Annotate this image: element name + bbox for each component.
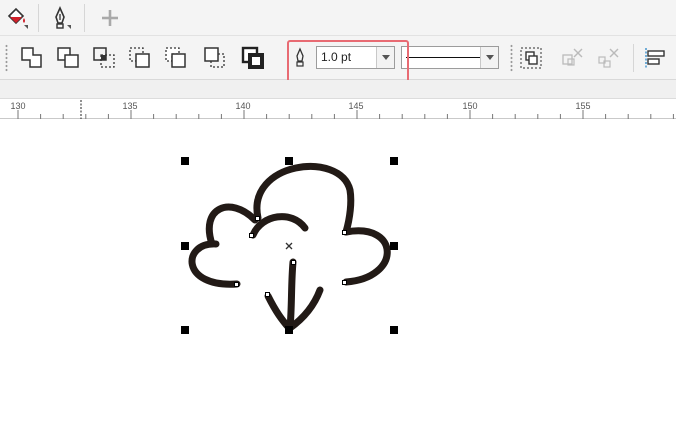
node-point[interactable] xyxy=(265,292,270,297)
selection-handle[interactable] xyxy=(285,326,293,334)
chevron-down-icon[interactable] xyxy=(480,47,498,68)
solid-line-preview xyxy=(406,57,480,58)
back-minus-front-icon xyxy=(204,47,225,68)
ruler-label: 135 xyxy=(122,101,138,111)
toolbar-grip[interactable] xyxy=(5,44,8,72)
drawing-canvas[interactable] xyxy=(0,120,676,447)
ruler-label: 150 xyxy=(462,101,478,111)
node-point[interactable] xyxy=(291,260,296,265)
selection-handle[interactable] xyxy=(390,157,398,165)
selection-handle[interactable] xyxy=(285,157,293,165)
horizontal-ruler[interactable]: 130 135 140 145 150 155 xyxy=(0,98,676,119)
selection-handle[interactable] xyxy=(181,157,189,165)
plus-icon[interactable] xyxy=(93,2,127,34)
simplify-button[interactable] xyxy=(125,43,155,73)
weld-button[interactable] xyxy=(17,43,47,73)
cloud-download-drawing[interactable] xyxy=(0,120,676,447)
node-point[interactable] xyxy=(342,230,347,235)
weld-icon xyxy=(21,47,42,68)
trim-button[interactable] xyxy=(53,43,83,73)
ruler-label: 145 xyxy=(348,101,364,111)
align-distribute-button[interactable] xyxy=(640,43,670,73)
ungroup-icon xyxy=(598,48,619,68)
selection-handle[interactable] xyxy=(181,242,189,250)
ruler-label: 130 xyxy=(10,101,26,111)
node-point[interactable] xyxy=(249,233,254,238)
front-minus-back-button[interactable] xyxy=(161,43,191,73)
ruler-label: 140 xyxy=(235,101,251,111)
toolbar-gap xyxy=(0,80,676,98)
break-apart-button[interactable] xyxy=(557,43,587,73)
selection-handle[interactable] xyxy=(390,242,398,250)
boundary-icon xyxy=(241,46,264,69)
simplify-icon xyxy=(129,47,150,68)
fountain-pen-icon[interactable] xyxy=(43,2,77,34)
toolbar-separator xyxy=(38,4,39,32)
align-distribute-icon xyxy=(645,48,665,68)
outline-width-highlight xyxy=(287,40,409,83)
ungroup-button[interactable] xyxy=(593,43,623,73)
combine-icon xyxy=(520,47,542,69)
fill-bucket-icon[interactable] xyxy=(0,2,34,34)
toolbar-grip[interactable] xyxy=(510,44,513,72)
node-point[interactable] xyxy=(234,282,239,287)
node-point[interactable] xyxy=(255,216,260,221)
intersect-button[interactable] xyxy=(89,43,119,73)
create-boundary-button[interactable] xyxy=(238,43,268,73)
front-minus-back-icon xyxy=(165,47,186,68)
selection-handle[interactable] xyxy=(390,326,398,334)
ruler-label: 155 xyxy=(575,101,591,111)
top-toolbar xyxy=(0,0,676,36)
toolbar-separator xyxy=(633,44,634,72)
rotation-center-icon[interactable] xyxy=(285,242,293,250)
outline-style-dropdown[interactable] xyxy=(401,46,499,69)
combine-button[interactable] xyxy=(516,43,546,73)
toolbar-separator xyxy=(84,4,85,32)
break-apart-icon xyxy=(562,48,583,66)
selection-handle[interactable] xyxy=(181,326,189,334)
back-minus-front-button[interactable] xyxy=(200,43,230,73)
node-point[interactable] xyxy=(342,280,347,285)
trim-icon xyxy=(57,47,79,68)
intersect-icon xyxy=(93,47,115,68)
